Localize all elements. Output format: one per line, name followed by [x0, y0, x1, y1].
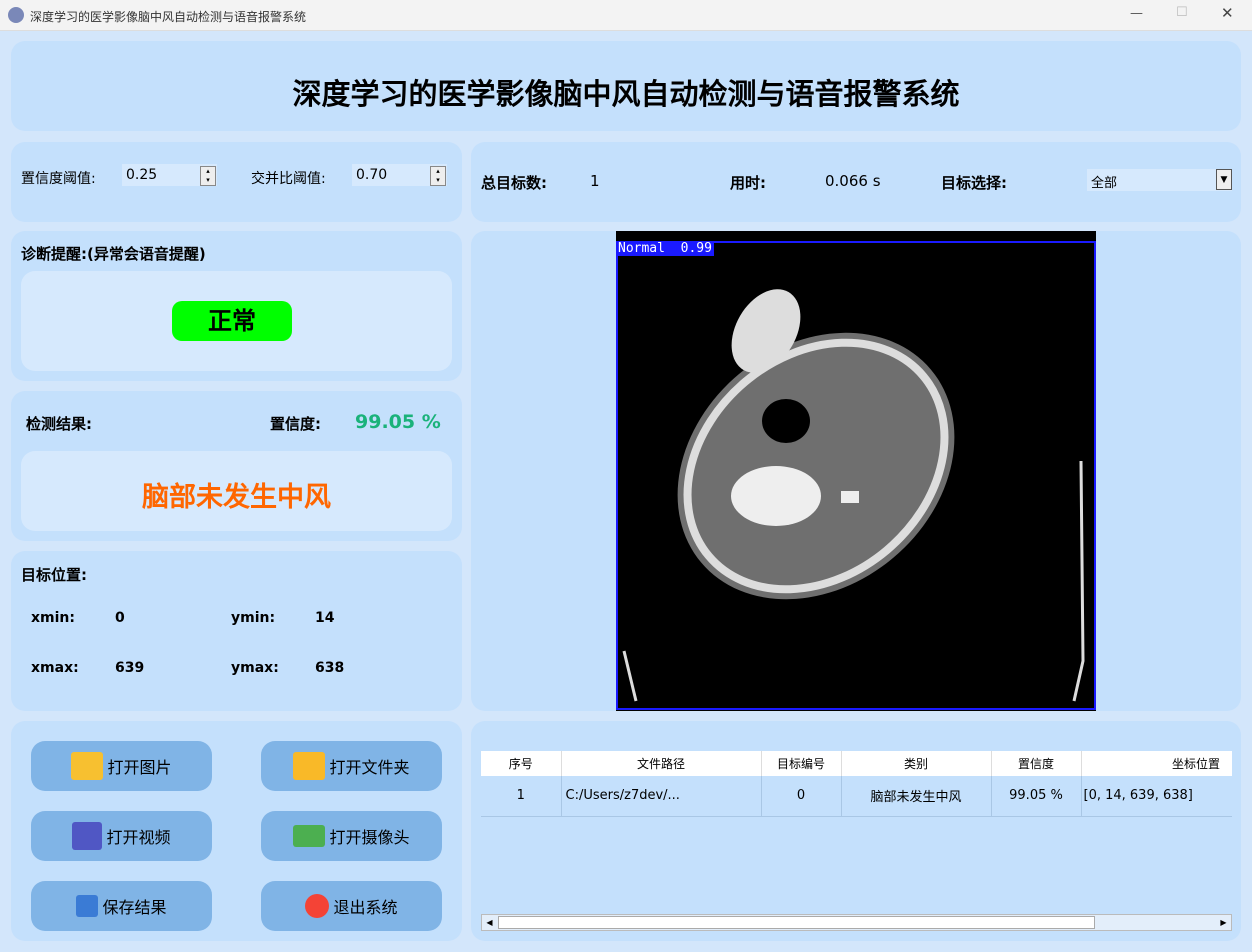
- result-title: 检测结果:: [26, 415, 92, 433]
- target-select-dropdown[interactable]: 全部 ▼: [1087, 169, 1232, 191]
- result-panel: 检测结果: 置信度: 99.05 % 脑部未发生中风: [11, 391, 462, 541]
- open-image-label: 打开图片: [107, 758, 172, 777]
- detection-box: [616, 241, 1096, 710]
- target-select-value: 全部: [1091, 176, 1118, 191]
- window-title: 深度学习的医学影像脑中风自动检测与语音报警系统: [30, 10, 307, 24]
- maximize-button[interactable]: ☐: [1176, 5, 1188, 20]
- chevron-down-icon[interactable]: ▼: [1216, 169, 1232, 190]
- cell-confidence: 99.05 %: [991, 776, 1082, 817]
- scroll-left-arrow[interactable]: ◀: [482, 915, 497, 930]
- conf-spin-arrows[interactable]: ▴ ▾: [200, 166, 216, 186]
- params-panel: 置信度阈值: 0.25 ▴ ▾ 交并比阈值: 0.70 ▴ ▾: [11, 142, 462, 222]
- folder-icon: [293, 752, 326, 780]
- open-folder-label: 打开文件夹: [329, 758, 410, 777]
- open-image-button[interactable]: 打开图片: [31, 741, 212, 791]
- column-header[interactable]: 文件路径: [561, 751, 762, 776]
- exit-button[interactable]: 退出系统: [261, 881, 442, 931]
- xmax-label: xmax:: [31, 660, 79, 676]
- diagnosis-title: 诊断提醒:(异常会语音提醒): [21, 245, 206, 263]
- stats-panel: 总目标数: 1 用时: 0.066 s 目标选择: 全部 ▼: [471, 142, 1241, 222]
- save-results-button[interactable]: 保存结果: [31, 881, 212, 931]
- camera-icon: [293, 825, 326, 847]
- column-header[interactable]: 序号: [481, 751, 562, 776]
- results-table-panel: 序号 文件路径 目标编号 类别 置信度 坐标位置 1 C:/Users/z7de…: [471, 721, 1241, 941]
- table-row[interactable]: 1 C:/Users/z7dev/... 0 脑部未发生中风 99.05 % […: [481, 776, 1232, 817]
- diagnosis-panel: 诊断提醒:(异常会语音提醒) 正常: [11, 231, 462, 381]
- open-camera-button[interactable]: 打开摄像头: [261, 811, 442, 861]
- position-title: 目标位置:: [21, 566, 87, 584]
- diagnosis-status-badge: 正常: [172, 301, 292, 341]
- cell-path: C:/Users/z7dev/...: [561, 776, 762, 817]
- ymin-label: ymin:: [231, 610, 276, 626]
- xmin-label: xmin:: [31, 610, 75, 626]
- table-header-row: 序号 文件路径 目标编号 类别 置信度 坐标位置: [481, 751, 1232, 776]
- scrollbar-thumb[interactable]: [498, 916, 1095, 929]
- ymax-value: 638: [315, 660, 345, 676]
- results-table: 序号 文件路径 目标编号 类别 置信度 坐标位置 1 C:/Users/z7de…: [481, 751, 1232, 817]
- open-folder-button[interactable]: 打开文件夹: [261, 741, 442, 791]
- ymin-value: 14: [315, 610, 335, 626]
- cell-class: 脑部未发生中风: [841, 776, 992, 817]
- position-panel: 目标位置: xmin: 0 ymin: 14 xmax: 639 ymax: 6…: [11, 551, 462, 711]
- time-value: 0.066 s: [825, 172, 881, 190]
- detection-label: Normal 0.99: [616, 241, 714, 256]
- diagnosis-box: 正常: [21, 271, 452, 371]
- open-video-label: 打开视频: [106, 828, 171, 847]
- image-panel: Normal 0.99: [471, 231, 1241, 711]
- column-header[interactable]: 目标编号: [761, 751, 842, 776]
- open-camera-label: 打开摄像头: [329, 828, 410, 847]
- column-header[interactable]: 类别: [841, 751, 992, 776]
- minimize-button[interactable]: —: [1130, 6, 1143, 21]
- result-text: 脑部未发生中风: [142, 482, 331, 513]
- scroll-right-arrow[interactable]: ▶: [1216, 915, 1231, 930]
- title-bar: 深度学习的医学影像脑中风自动检测与语音报警系统 — ☐ ✕: [0, 0, 1252, 31]
- confidence-value: 99.05 %: [355, 411, 441, 433]
- close-button[interactable]: ✕: [1221, 4, 1234, 22]
- total-targets-label: 总目标数:: [481, 174, 547, 192]
- header-panel: 深度学习的医学影像脑中风自动检测与语音报警系统: [11, 41, 1241, 131]
- total-targets-value: 1: [590, 172, 600, 190]
- app-icon: [8, 7, 24, 23]
- cell-coordinates: [0, 14, 639, 638]: [1081, 776, 1232, 817]
- cell-target-id: 0: [761, 776, 842, 817]
- page-title: 深度学习的医学影像脑中风自动检测与语音报警系统: [292, 77, 960, 111]
- confidence-label: 置信度:: [270, 415, 321, 433]
- result-box: 脑部未发生中风: [21, 451, 452, 531]
- column-header[interactable]: 坐标位置: [1081, 751, 1232, 776]
- xmin-value: 0: [115, 610, 125, 626]
- cell-index: 1: [481, 776, 562, 817]
- xmax-value: 639: [115, 660, 145, 676]
- time-label: 用时:: [730, 174, 766, 192]
- save-icon: [76, 895, 99, 917]
- save-results-label: 保存结果: [102, 898, 167, 917]
- iou-spin-arrows[interactable]: ▴ ▾: [430, 166, 446, 186]
- video-icon: [72, 822, 103, 850]
- actions-panel: 打开图片 打开文件夹 打开视频 打开摄像头 保存结果 退出系统: [11, 721, 462, 941]
- iou-threshold-label: 交并比阈值:: [251, 171, 326, 187]
- conf-threshold-label: 置信度阈值:: [21, 171, 96, 187]
- column-header[interactable]: 置信度: [991, 751, 1082, 776]
- ct-scan-image: Normal 0.99: [616, 231, 1096, 711]
- power-icon: [305, 894, 330, 918]
- ymax-label: ymax:: [231, 660, 279, 676]
- open-video-button[interactable]: 打开视频: [31, 811, 212, 861]
- image-icon: [71, 752, 104, 780]
- exit-label: 退出系统: [333, 898, 398, 917]
- horizontal-scrollbar[interactable]: ◀ ▶: [481, 914, 1232, 931]
- target-select-label: 目标选择:: [941, 174, 1007, 192]
